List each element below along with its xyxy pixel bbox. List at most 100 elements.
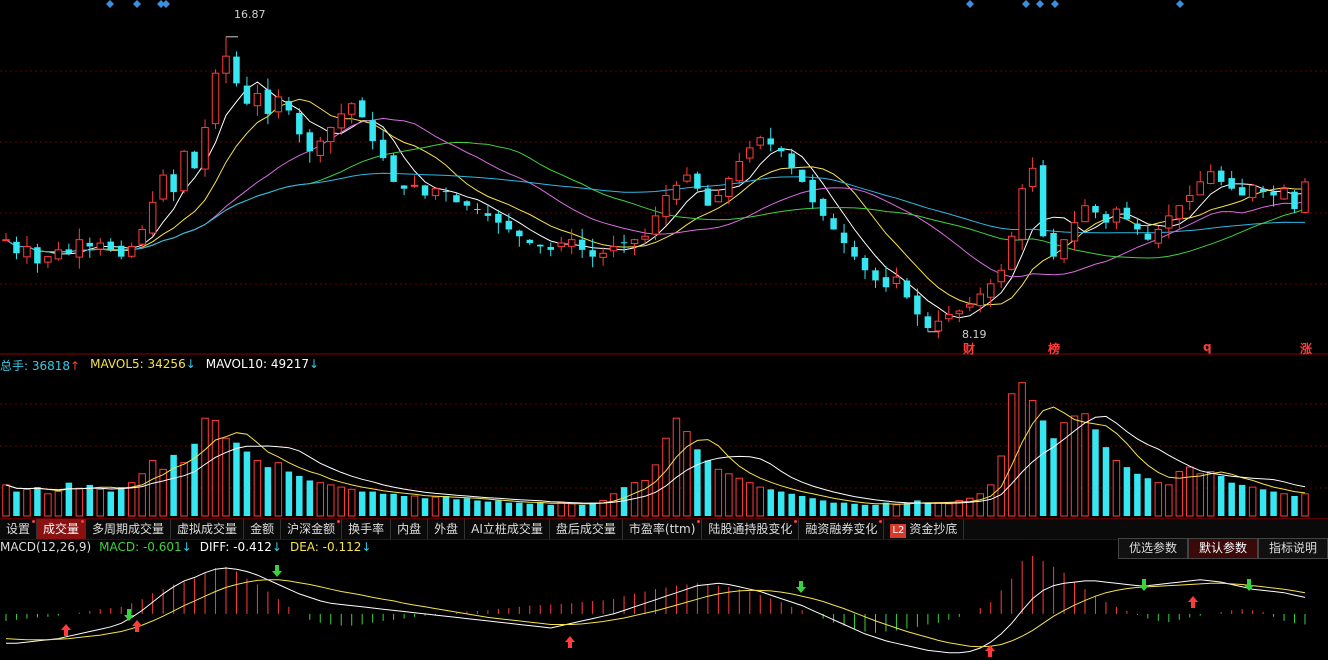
candle bbox=[516, 229, 523, 247]
candlesticks bbox=[2, 36, 1309, 339]
candle bbox=[547, 242, 554, 257]
badge-q[interactable]: q bbox=[1203, 340, 1212, 354]
macd-chart[interactable] bbox=[0, 556, 1328, 660]
tab-13[interactable]: 融资融券变化 bbox=[799, 519, 885, 539]
tab-2[interactable]: 多周期成交量 bbox=[86, 519, 172, 539]
candle bbox=[756, 135, 765, 150]
candle bbox=[431, 187, 440, 200]
candle bbox=[1217, 166, 1225, 186]
candle bbox=[107, 238, 115, 252]
badge-limit-up[interactable]: 涨 bbox=[1300, 340, 1312, 357]
volume-bar bbox=[547, 504, 554, 516]
volume-bar bbox=[75, 487, 84, 517]
candle bbox=[914, 288, 921, 326]
event-badges: 财 榜 q 涨 bbox=[0, 340, 1328, 356]
candle bbox=[767, 127, 774, 152]
volume-bar bbox=[1259, 489, 1267, 516]
arrow-down-icon: ↓ bbox=[309, 357, 320, 371]
arrow-up-icon: ↑ bbox=[70, 359, 81, 373]
volume-bar bbox=[463, 498, 471, 516]
tab-3[interactable]: 虚拟成交量 bbox=[171, 519, 245, 539]
volume-bar bbox=[683, 431, 691, 517]
volume-bar bbox=[882, 502, 890, 516]
tab-label: AI立桩成交量 bbox=[471, 522, 543, 536]
candle bbox=[557, 236, 565, 252]
candle bbox=[683, 167, 691, 183]
candle bbox=[694, 171, 701, 192]
badge-finance[interactable]: 财 bbox=[963, 340, 975, 357]
tab-5[interactable]: 沪深金额 bbox=[281, 519, 343, 539]
tab-9[interactable]: AI立桩成交量 bbox=[465, 519, 550, 539]
tab-label: 外盘 bbox=[434, 522, 459, 536]
candle bbox=[474, 203, 481, 215]
candle bbox=[872, 267, 879, 288]
tab-12[interactable]: 陆股通持股变化 bbox=[702, 519, 800, 539]
volume-bar bbox=[421, 498, 429, 516]
candle bbox=[1154, 225, 1163, 249]
diamond-icon bbox=[106, 0, 114, 8]
volume-legend: 总手: 36818↑ MAVOL5: 34256↓ MAVOL10: 49217… bbox=[0, 357, 319, 373]
signal-markers bbox=[106, 0, 1184, 8]
tab-8[interactable]: 外盘 bbox=[428, 519, 466, 539]
candle bbox=[882, 265, 890, 292]
volume-bar bbox=[1028, 399, 1037, 517]
candle bbox=[180, 149, 188, 194]
volume-bar bbox=[903, 502, 911, 516]
volume-bar bbox=[1238, 484, 1246, 516]
volume-bar bbox=[892, 504, 901, 517]
candle bbox=[337, 103, 345, 135]
volume-bar bbox=[1291, 496, 1298, 516]
tab-dot-icon bbox=[794, 520, 798, 523]
candle bbox=[306, 129, 314, 163]
volume-bar bbox=[1134, 473, 1141, 516]
candle bbox=[997, 263, 1005, 289]
volume-bar bbox=[337, 486, 345, 517]
candle bbox=[463, 200, 471, 211]
volume-bar bbox=[840, 502, 848, 516]
volume-bar bbox=[201, 417, 209, 517]
tab-4[interactable]: 金额 bbox=[244, 519, 282, 539]
candle bbox=[830, 213, 837, 230]
volume-bar bbox=[1123, 467, 1131, 516]
price-chart[interactable] bbox=[0, 0, 1328, 355]
arrow-down-icon: ↓ bbox=[271, 540, 282, 554]
candle bbox=[2, 232, 10, 242]
candle bbox=[1238, 178, 1246, 196]
candle bbox=[285, 97, 293, 115]
volume-bar bbox=[1018, 382, 1026, 517]
volume-bar bbox=[495, 500, 502, 516]
candle bbox=[809, 174, 816, 209]
tab-1[interactable]: 成交量 bbox=[37, 519, 87, 539]
candle bbox=[1102, 211, 1110, 229]
high-price-label: 16.87 bbox=[234, 8, 266, 21]
volume-bar bbox=[557, 502, 565, 517]
tab-0[interactable]: 设置 bbox=[0, 519, 38, 539]
volume-chart[interactable] bbox=[0, 374, 1328, 518]
candle bbox=[44, 255, 52, 269]
candle bbox=[1050, 228, 1057, 260]
volume-bar bbox=[1165, 484, 1173, 517]
candle bbox=[851, 240, 858, 260]
volume-bar bbox=[86, 484, 94, 516]
tab-label: 资金抄底 bbox=[909, 522, 958, 536]
candle bbox=[222, 36, 230, 84]
badge-ranking[interactable]: 榜 bbox=[1048, 340, 1060, 357]
tab-11[interactable]: 市盈率(ttm) bbox=[623, 519, 703, 539]
volume-bar bbox=[851, 503, 858, 516]
tab-6[interactable]: 换手率 bbox=[342, 519, 392, 539]
volume-bar bbox=[442, 496, 450, 516]
volume-bar bbox=[34, 487, 41, 516]
volume-bar bbox=[694, 449, 701, 516]
tab-10[interactable]: 盘后成交量 bbox=[550, 519, 623, 539]
candle bbox=[840, 223, 848, 254]
volume-bar bbox=[1081, 413, 1089, 517]
diff-value: DIFF: -0.412↓ bbox=[199, 540, 282, 554]
volume-bar bbox=[400, 496, 408, 516]
candle bbox=[34, 243, 41, 273]
candle bbox=[861, 255, 869, 279]
dea-value: DEA: -0.112↓ bbox=[289, 540, 372, 554]
volume-bar bbox=[725, 473, 733, 517]
candle bbox=[1123, 201, 1131, 221]
tab-14[interactable]: L2 资金抄底 bbox=[884, 519, 965, 539]
tab-7[interactable]: 内盘 bbox=[391, 519, 429, 539]
